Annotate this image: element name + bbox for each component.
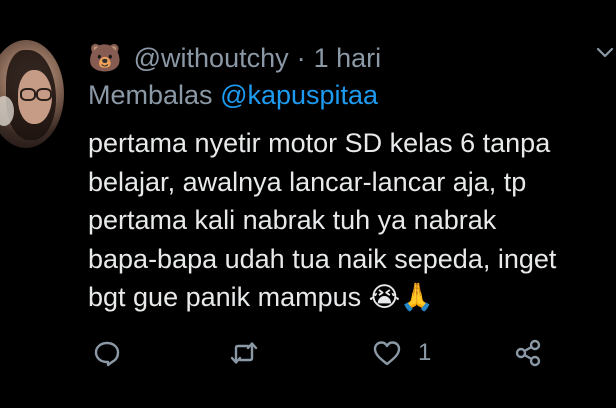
reply-button[interactable] (92, 338, 122, 368)
like-button[interactable]: 1 (372, 338, 431, 368)
action-bar: 1 (0, 338, 616, 372)
tweet-line: bgt gue panik mampus 😭🙏 (88, 282, 434, 312)
tweet-line: pertama kali nabrak tuh ya nabrak (88, 205, 497, 235)
comment-icon (94, 341, 120, 367)
separator: · (296, 42, 306, 73)
tweet-line: pertama nyetir motor SD kelas 6 tanpa (88, 128, 551, 158)
tweet-line: bapa-bapa udah tua naik sepeda, inget (88, 243, 557, 274)
tweet-text: pertama nyetir motor SD kelas 6 tanpa be… (88, 124, 608, 317)
like-count: 1 (418, 339, 432, 366)
heart-icon (373, 341, 401, 366)
reply-handle-link[interactable]: @kapuspitaa (220, 80, 378, 110)
chevron-down-icon[interactable] (596, 44, 614, 62)
share-icon (515, 339, 541, 367)
tweet-header: 🐻 @withoutchy · 1 hari (88, 38, 381, 78)
reply-context: Membalas @kapuspitaa (88, 80, 378, 111)
bear-emoji-icon: 🐻 (88, 43, 122, 73)
share-button[interactable] (513, 338, 543, 368)
retweet-icon (230, 342, 258, 364)
retweet-button[interactable] (229, 338, 259, 368)
reply-prefix: Membalas (88, 80, 213, 110)
timestamp[interactable]: 1 hari (314, 43, 382, 74)
avatar[interactable] (0, 40, 64, 148)
tweet-line: belajar, awalnya lancar-lancar aja, tp (88, 166, 527, 197)
username[interactable]: @withoutchy (134, 43, 289, 74)
